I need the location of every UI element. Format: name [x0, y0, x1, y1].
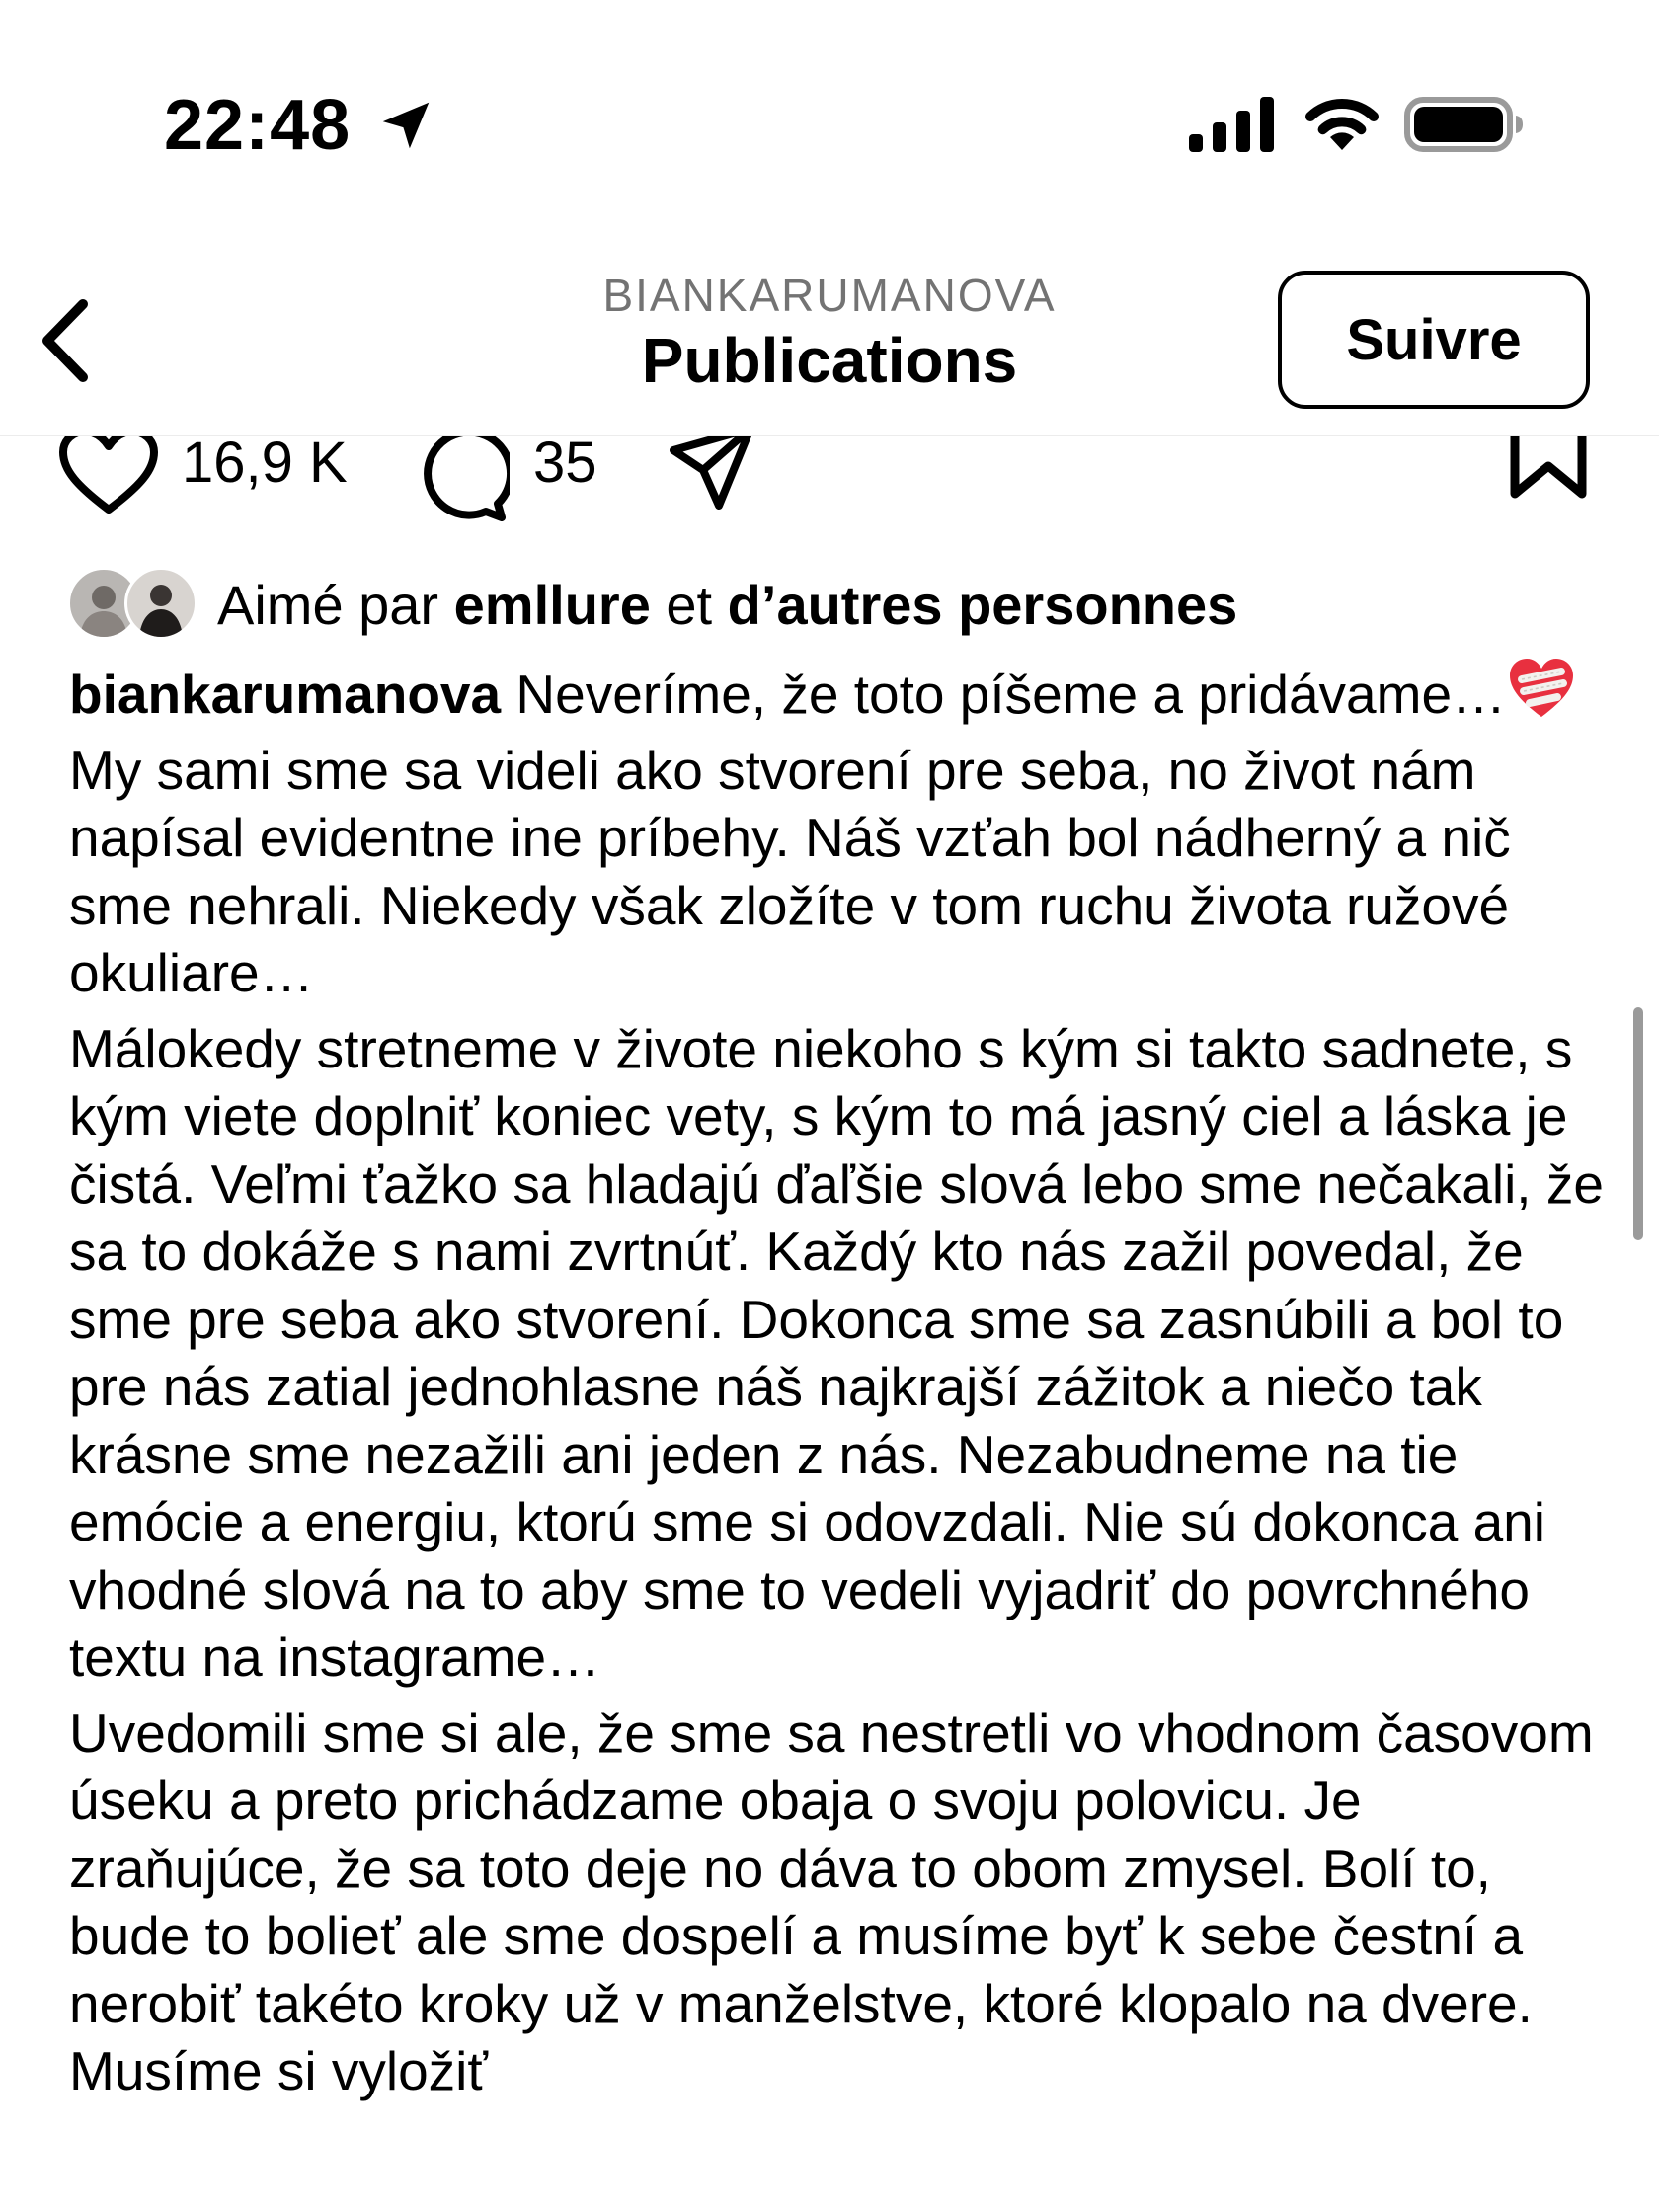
comment-count[interactable]: 35 [533, 436, 597, 492]
follow-button[interactable]: Suivre [1278, 271, 1590, 409]
heart-icon[interactable] [57, 436, 160, 517]
status-bar: 22:48 [0, 0, 1659, 227]
liked-by-prefix: Aimé par [217, 574, 454, 636]
liked-by-middle: et [650, 574, 728, 636]
caption-paragraph: My sami sme sa videli ako stvorení pre s… [69, 739, 1511, 1004]
liked-by-text: Aimé par emllure et d’autres personnes [217, 573, 1237, 638]
battery-icon [1404, 97, 1523, 152]
status-time: 22:48 [164, 86, 352, 165]
post-action-row: 16,9 K 35 [0, 436, 1659, 535]
like-count[interactable]: 16,9 K [182, 436, 348, 492]
bookmark-icon[interactable] [1509, 436, 1588, 500]
location-arrow-icon [382, 102, 430, 149]
cellular-signal-icon [1189, 97, 1274, 152]
caption-author-link[interactable]: biankarumanova [69, 664, 501, 725]
caption-paragraph: Uvedomili sme si ale, že sme sa nestretl… [69, 1701, 1594, 2102]
avatar-photo-icon [139, 585, 183, 637]
share-icon[interactable] [668, 436, 756, 514]
scrollbar-thumb[interactable] [1633, 1007, 1643, 1240]
nav-header: BIANKARUMANOVA Publications Suivre [0, 227, 1659, 436]
comment-icon[interactable] [413, 436, 510, 523]
caption-intro: biankarumanova Neveríme, že toto píšeme … [69, 656, 1610, 729]
liked-by-row[interactable]: Aimé par emllure et d’autres personnes [67, 563, 1627, 646]
avatar[interactable] [124, 567, 198, 640]
liked-by-others-link[interactable]: d’autres personnes [728, 574, 1238, 636]
caption-paragraph: Málokedy stretneme v živote niekoho s ký… [69, 1017, 1604, 1689]
wifi-icon [1305, 99, 1379, 150]
post-caption: biankarumanova Neveríme, že toto píšeme … [69, 656, 1610, 2105]
mending-heart-emoji-icon [1510, 659, 1574, 717]
caption-intro-text: Neveríme, že toto píšeme a pridávame… [501, 664, 1507, 725]
liked-by-user-link[interactable]: emllure [454, 574, 651, 636]
